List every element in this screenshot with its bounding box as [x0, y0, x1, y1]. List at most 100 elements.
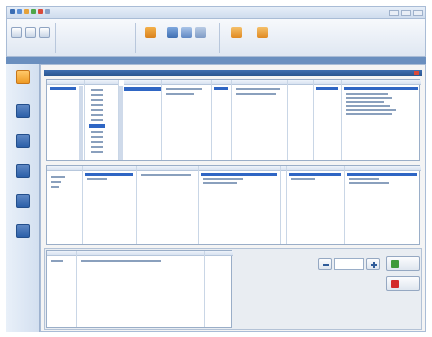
qat-close-icon[interactable]	[38, 9, 43, 14]
list-item[interactable]	[91, 119, 103, 121]
doc-icon[interactable]	[25, 27, 36, 38]
qat-redo-icon[interactable]	[31, 9, 36, 14]
maximize-button[interactable]	[401, 10, 411, 16]
doc-icon[interactable]	[39, 27, 50, 38]
panel-close-icon[interactable]	[414, 71, 419, 75]
table-column	[77, 251, 205, 327]
column-header[interactable]	[212, 80, 231, 85]
sidebar-item[interactable]	[10, 104, 36, 128]
qat-menu-icon[interactable]	[45, 9, 50, 14]
column-header[interactable]	[137, 166, 198, 171]
selected-row[interactable]	[289, 173, 341, 176]
column-header[interactable]	[287, 166, 344, 171]
upper-table	[46, 79, 421, 161]
column-header[interactable]	[47, 166, 82, 171]
selected-row[interactable]	[85, 173, 133, 176]
list-item[interactable]	[91, 141, 103, 143]
cell-text	[291, 178, 315, 180]
cell-text	[349, 182, 389, 184]
column-header[interactable]	[162, 80, 211, 85]
scrollbar[interactable]	[79, 86, 83, 160]
column-header[interactable]	[85, 80, 118, 85]
export-icon[interactable]	[231, 27, 242, 38]
sidebar-item[interactable]	[10, 224, 36, 248]
cell-text	[346, 93, 388, 95]
scrollbar[interactable]	[119, 86, 123, 160]
cell-text	[236, 93, 276, 95]
sidebar-item[interactable]	[10, 164, 36, 188]
cell-text	[141, 174, 191, 176]
increment-button[interactable]	[366, 258, 380, 270]
cell-text	[203, 178, 243, 180]
app-icon[interactable]	[10, 9, 15, 14]
list-item[interactable]	[91, 114, 103, 116]
list-item[interactable]	[91, 104, 103, 106]
table-column	[124, 80, 162, 160]
selected-row[interactable]	[347, 173, 417, 176]
qat-undo-icon[interactable]	[24, 9, 29, 14]
list-item[interactable]	[91, 94, 103, 96]
list-item[interactable]	[91, 151, 103, 153]
column-header[interactable]	[232, 80, 287, 85]
minimize-button[interactable]	[389, 10, 399, 16]
selected-row[interactable]	[214, 87, 228, 90]
sidebar-item[interactable]	[10, 194, 36, 218]
qat-save-icon[interactable]	[17, 9, 22, 14]
tools-icon[interactable]	[145, 27, 156, 38]
list-icon[interactable]	[195, 27, 206, 38]
decrement-button[interactable]	[318, 258, 332, 270]
column-header[interactable]	[83, 166, 136, 171]
table-column	[205, 251, 233, 327]
column-header[interactable]	[288, 80, 313, 85]
selected-row[interactable]	[201, 173, 277, 176]
column-header[interactable]	[205, 251, 233, 256]
close-window-button[interactable]	[413, 10, 423, 16]
selected-row[interactable]	[344, 87, 418, 90]
stepper-input[interactable]	[334, 258, 364, 270]
doc-icon[interactable]	[11, 27, 22, 38]
calendar-icon	[16, 70, 30, 84]
list-item[interactable]	[91, 136, 103, 138]
list-item[interactable]	[91, 146, 103, 148]
cell-text	[346, 105, 390, 107]
column-header[interactable]	[314, 80, 341, 85]
delete-button[interactable]	[386, 276, 420, 291]
ribbon-separator	[219, 23, 220, 53]
list-item[interactable]	[91, 99, 103, 101]
table-column	[287, 166, 345, 244]
column-header[interactable]	[77, 251, 204, 256]
sidebar-item-label	[10, 120, 36, 125]
sidebar-item[interactable]	[10, 70, 36, 94]
confirm-button[interactable]	[386, 256, 420, 271]
module-sidebar	[6, 64, 40, 332]
monitor-icon	[16, 164, 30, 178]
selected-row[interactable]	[316, 87, 338, 90]
list-item[interactable]	[91, 131, 103, 133]
column-header[interactable]	[342, 80, 421, 85]
list-item[interactable]	[91, 89, 103, 91]
cell-text	[51, 260, 63, 262]
minus-icon	[323, 264, 329, 266]
column-header[interactable]	[124, 80, 161, 85]
plus-icon-v	[373, 262, 375, 268]
table-column	[288, 80, 314, 160]
sidebar-item[interactable]	[10, 134, 36, 158]
selected-row[interactable]	[89, 124, 105, 128]
selected-row[interactable]	[124, 87, 161, 91]
list-item[interactable]	[91, 109, 103, 111]
grid-icon[interactable]	[167, 27, 178, 38]
column-header[interactable]	[47, 251, 76, 256]
search-icon[interactable]	[181, 27, 192, 38]
table-column	[314, 80, 342, 160]
import-icon[interactable]	[257, 27, 268, 38]
cell-text	[166, 88, 202, 90]
column-header[interactable]	[345, 166, 421, 171]
cell-text	[51, 186, 59, 188]
ribbon-separator	[55, 23, 56, 53]
column-header[interactable]	[281, 166, 286, 171]
cell-text	[166, 93, 194, 95]
column-header[interactable]	[47, 80, 84, 85]
table-column	[85, 80, 119, 160]
column-header[interactable]	[199, 166, 280, 171]
selected-row[interactable]	[50, 87, 76, 90]
